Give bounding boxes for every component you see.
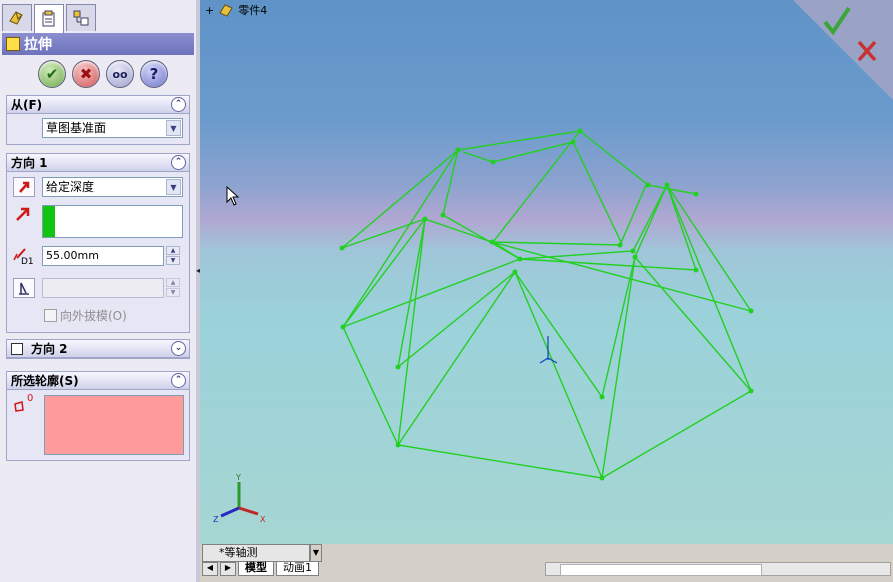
feature-tree-icon (9, 11, 23, 25)
triad-z-label: Z (213, 515, 219, 524)
action-buttons: ✔ ✖ oo ? (38, 60, 168, 88)
direction2-checkbox[interactable] (11, 342, 23, 355)
from-select-value: 草图基准面 (46, 121, 107, 135)
draft-toggle-button[interactable] (13, 278, 35, 298)
end-condition-value: 给定深度 (46, 180, 95, 194)
cancel-button[interactable]: ✖ (72, 60, 100, 88)
chevron-down-icon[interactable]: ▼ (166, 179, 181, 195)
direction1-group: 方向 1 ⌃ 给定深度 ▼ D1 55.00mm ▲ ▼ ▲ ▼ 向外拔模(O) (6, 153, 190, 333)
chevron-down-icon[interactable]: ▼ (310, 544, 322, 562)
graphics-viewport[interactable]: + 零件4 Y X Z (200, 0, 893, 548)
selected-contours-title: 所选轮廓(S) (11, 374, 79, 388)
chevron-down-icon[interactable]: ▼ (166, 120, 181, 136)
depth-input[interactable]: 55.00mm (42, 246, 164, 266)
collapse-icon[interactable]: ⌃ (171, 97, 186, 112)
direction2-header[interactable]: 方向 2 ⌄ (7, 340, 189, 358)
direction-arrow-icon (16, 207, 30, 221)
direction2-group: 方向 2 ⌄ (6, 339, 190, 359)
config-manager-icon (73, 10, 89, 26)
draft-angle-spinner[interactable]: ▲ ▼ (166, 278, 180, 298)
draft-outward-label: 向外拔模(O) (60, 309, 127, 323)
extrude-icon (6, 37, 20, 51)
draft-outward-option: 向外拔模(O) (44, 307, 127, 324)
property-manager-icon (42, 10, 55, 27)
selected-contours-list[interactable] (44, 395, 184, 455)
draft-angle-input[interactable] (42, 278, 164, 298)
detailed-preview-button[interactable]: oo (106, 60, 134, 88)
tab-animation[interactable]: 动画1 (276, 562, 319, 576)
depth-value: 55.00mm (46, 249, 99, 262)
panel-tabs (2, 4, 96, 33)
tab-prev-icon[interactable]: ◀ (202, 562, 218, 576)
feature-title: 拉伸 (24, 37, 52, 53)
tab-model[interactable]: 模型 (238, 562, 274, 576)
direction1-header[interactable]: 方向 1 ⌃ (7, 154, 189, 172)
property-manager-panel: 拉伸 ✔ ✖ oo ? 从(F) ⌃ 草图基准面 ▼ 方向 1 ⌃ 给定深度 ▼ (0, 0, 197, 582)
view-name-box[interactable]: *等轴测 (202, 544, 310, 562)
selected-contours-group: 所选轮廓(S) ⌃ 0 (6, 371, 190, 461)
triad-y-label: Y (235, 473, 241, 482)
depth-label: D1 (21, 257, 34, 267)
tab-property-manager[interactable] (34, 4, 64, 33)
tab-config-manager[interactable] (66, 4, 96, 31)
selected-edge-swatch (43, 206, 55, 237)
horizontal-scrollbar[interactable] (545, 562, 891, 576)
spin-up-icon[interactable]: ▲ (166, 278, 180, 287)
model-tabs: ◀ ▶ 模型 动画1 (202, 562, 319, 576)
depth-spinner[interactable]: ▲ ▼ (166, 246, 180, 266)
spin-up-icon[interactable]: ▲ (166, 246, 180, 255)
help-button[interactable]: ? (140, 60, 168, 88)
tab-feature-tree[interactable] (2, 4, 32, 31)
glasses-icon: oo (112, 67, 128, 81)
from-select[interactable]: 草图基准面 ▼ (42, 118, 183, 138)
wireframe-model (339, 128, 754, 481)
scrollbar-thumb[interactable] (560, 564, 762, 576)
view-name: *等轴测 (219, 546, 258, 559)
draft-icon (19, 282, 29, 295)
spin-down-icon[interactable]: ▼ (166, 288, 180, 297)
direction-reference-list[interactable] (42, 205, 183, 238)
feature-title-bar: 拉伸 (2, 33, 194, 55)
reverse-arrow-icon (19, 181, 30, 193)
direction2-title: 方向 2 (31, 342, 68, 356)
direction1-title: 方向 1 (11, 156, 48, 170)
collapse-icon[interactable]: ⌃ (171, 373, 186, 388)
contour-count: 0 (27, 393, 34, 404)
origin-icon (539, 336, 558, 364)
question-icon: ? (149, 65, 159, 83)
from-group-title: 从(F) (11, 98, 43, 112)
triad-x-label: X (260, 515, 266, 524)
view-triad: Y X Z (213, 473, 266, 524)
expand-icon[interactable]: ⌄ (171, 341, 186, 356)
spin-down-icon[interactable]: ▼ (166, 256, 180, 265)
selected-contours-header[interactable]: 所选轮廓(S) ⌃ (7, 372, 189, 390)
from-group-header[interactable]: 从(F) ⌃ (7, 96, 189, 114)
reverse-direction-button[interactable] (13, 177, 35, 197)
tab-next-icon[interactable]: ▶ (220, 562, 236, 576)
wireframe-edges (341, 130, 753, 479)
draft-outward-checkbox[interactable] (44, 309, 57, 322)
from-group: 从(F) ⌃ 草图基准面 ▼ (6, 95, 190, 145)
ok-button[interactable]: ✔ (38, 60, 66, 88)
close-icon: ✖ (79, 65, 93, 83)
checkmark-icon: ✔ (45, 65, 59, 83)
end-condition-select[interactable]: 给定深度 ▼ (42, 177, 183, 197)
collapse-icon[interactable]: ⌃ (171, 155, 186, 170)
bottom-bar: *等轴测 ▼ ◀ ▶ 模型 动画1 (200, 544, 893, 582)
